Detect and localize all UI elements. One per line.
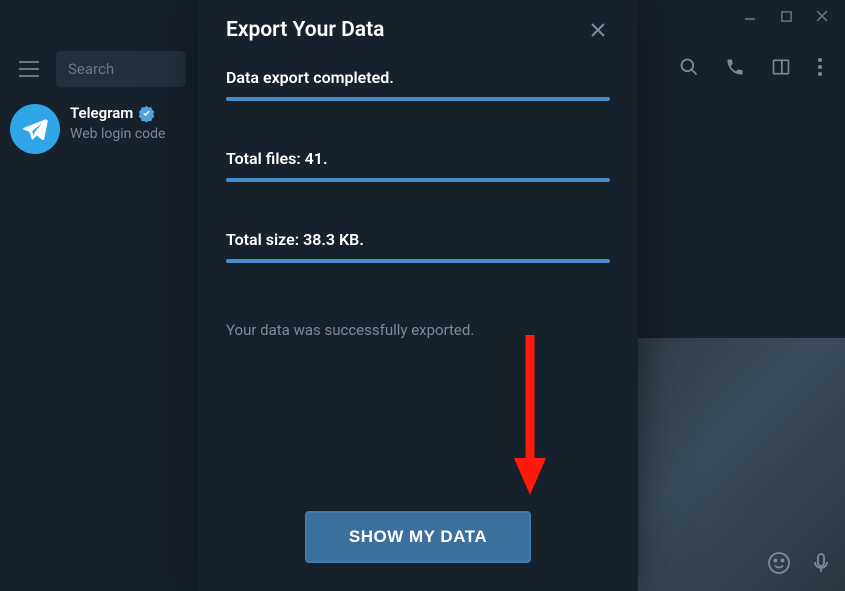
success-message: Your data was successfully exported. <box>226 321 610 339</box>
total-files-row: Total files: 41. <box>226 149 610 224</box>
export-data-modal: Export Your Data Data export completed. … <box>198 0 638 591</box>
chat-list-sidebar: Telegram Web login code <box>0 96 198 591</box>
modal-header: Export Your Data <box>226 18 610 42</box>
verified-icon <box>137 104 155 122</box>
chat-name-row: Telegram <box>70 104 188 122</box>
emoji-icon[interactable] <box>767 551 791 579</box>
maximize-button[interactable] <box>777 8 795 27</box>
header-actions <box>679 57 837 81</box>
progress-bar <box>226 259 610 263</box>
chat-name: Telegram <box>70 104 133 122</box>
search-input[interactable]: Search <box>56 51 186 87</box>
window-close-button[interactable] <box>813 8 831 27</box>
chat-list-item[interactable]: Telegram Web login code <box>0 96 198 162</box>
total-size-row: Total size: 38.3 KB. <box>226 230 610 305</box>
call-icon[interactable] <box>725 57 745 81</box>
show-my-data-button[interactable]: SHOW MY DATA <box>305 511 531 563</box>
minimize-button[interactable] <box>741 8 759 27</box>
modal-title: Export Your Data <box>226 18 384 42</box>
search-icon[interactable] <box>679 57 699 81</box>
total-size-text: Total size: 38.3 KB. <box>226 230 610 249</box>
voice-message-icon[interactable] <box>809 551 833 579</box>
chat-info: Telegram Web login code <box>70 104 188 142</box>
avatar <box>10 104 60 154</box>
window-controls <box>741 0 845 31</box>
more-icon[interactable] <box>817 57 823 81</box>
search-placeholder: Search <box>68 60 114 78</box>
close-icon[interactable] <box>586 18 610 42</box>
export-status-row: Data export completed. <box>226 68 610 143</box>
total-files-text: Total files: 41. <box>226 149 610 168</box>
chat-preview: Web login code <box>70 126 188 142</box>
progress-bar <box>226 178 610 182</box>
menu-button[interactable] <box>8 48 50 90</box>
sidebar-toggle-icon[interactable] <box>771 57 791 81</box>
message-input-actions <box>767 551 833 579</box>
export-status-text: Data export completed. <box>226 68 610 87</box>
progress-bar <box>226 97 610 101</box>
